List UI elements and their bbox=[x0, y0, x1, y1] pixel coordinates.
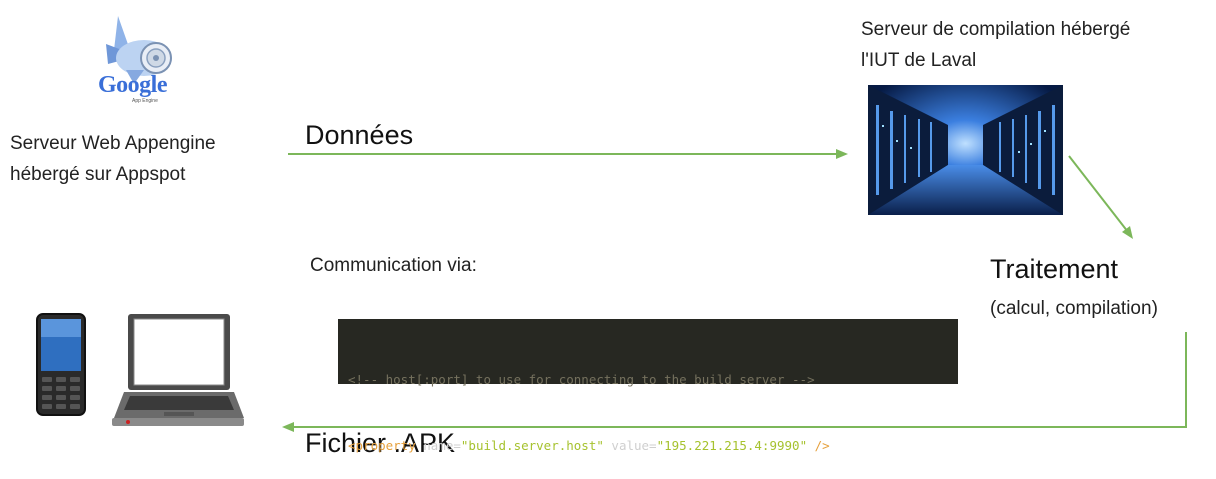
code-name-value: "build.server.host" bbox=[460, 438, 604, 453]
traitement-arrow bbox=[1068, 155, 1129, 233]
code-attr-value: value= bbox=[603, 438, 657, 453]
code-snippet: <!-- host[:port] to use for connecting t… bbox=[338, 319, 958, 453]
code-tag-close: /> bbox=[807, 438, 830, 453]
code-line-2: <property name="build.server.host" value… bbox=[348, 435, 958, 457]
code-attr-name: name= bbox=[415, 438, 461, 453]
code-line-1: <!-- host[:port] to use for connecting t… bbox=[348, 369, 958, 391]
communication-label: Communication via: bbox=[310, 255, 477, 276]
donnees-arrowhead bbox=[836, 149, 848, 159]
code-tag-open: <property bbox=[348, 438, 416, 453]
fichier-arrowhead bbox=[282, 422, 294, 432]
code-value-value: "195.221.215.4:9990" bbox=[656, 438, 808, 453]
smartphone-image bbox=[36, 313, 86, 416]
laptop-image bbox=[112, 312, 244, 430]
traitement-title: Traitement bbox=[990, 254, 1119, 284]
traitement-detail: (calcul, compilation) bbox=[990, 298, 1158, 319]
code-comment: <!-- host[:port] to use for connecting t… bbox=[348, 372, 815, 387]
donnees-label: Données bbox=[305, 120, 414, 150]
